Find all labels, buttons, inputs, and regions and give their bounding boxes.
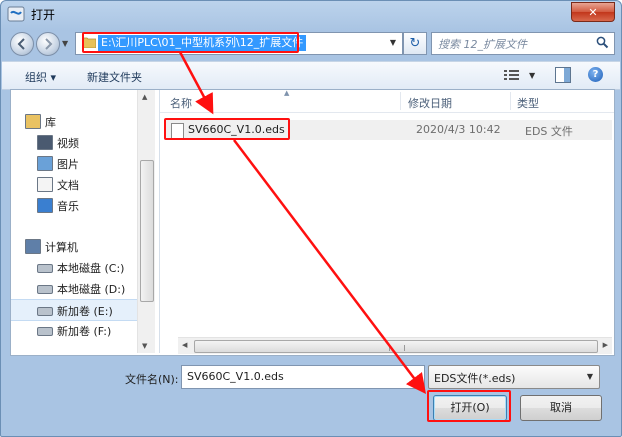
nav-item[interactable]: 视频 [11, 132, 137, 152]
view-options-icon[interactable] [504, 69, 520, 81]
filename-input[interactable] [182, 366, 417, 386]
forward-button[interactable] [36, 32, 60, 56]
nav-item-label: 文档 [57, 179, 79, 192]
sort-ascending-icon: ▲ [284, 89, 290, 97]
forward-arrow-icon [45, 38, 53, 50]
cancel-button[interactable]: 取消 [520, 395, 602, 421]
nav-item-label: 本地磁盘 (D:) [57, 283, 126, 296]
drive-icon [37, 307, 53, 316]
help-icon[interactable]: ? [588, 67, 603, 82]
file-horizontal-scrollbar[interactable]: ◀ ▶ [178, 337, 612, 354]
file-type-filter-value: EDS文件(*.eds) [434, 372, 516, 385]
scroll-right-arrow-icon[interactable]: ▶ [603, 341, 608, 349]
column-header-modified[interactable]: 修改日期 [408, 95, 452, 111]
music-icon [37, 198, 53, 213]
scroll-grip-icon [389, 345, 405, 351]
back-arrow-icon [17, 38, 25, 50]
nav-item[interactable]: 本地磁盘 (C:) [11, 257, 137, 277]
document-icon [37, 177, 53, 192]
filename-label: 文件名(N): [125, 373, 179, 386]
filter-dropdown-chevron-icon: ▼ [586, 372, 593, 381]
window-title: 打开 [31, 8, 56, 22]
nav-vertical-scrollbar[interactable]: ▲ ▼ [137, 90, 155, 353]
browser-content: 库视频图片文档音乐计算机本地磁盘 (C:) 本地磁盘 (D:) 新加卷 (E:) 新加… [10, 89, 615, 356]
nav-item[interactable]: 文档 [11, 174, 137, 194]
recent-pages-chevron-icon[interactable]: ▼ [62, 39, 68, 48]
search-icon[interactable] [596, 36, 609, 49]
view-dropdown-chevron-icon[interactable]: ▼ [529, 71, 535, 80]
nav-item-label: 本地磁盘 (C:) [57, 262, 125, 275]
drive-icon [37, 285, 53, 294]
nav-item[interactable]: 图片 [11, 153, 137, 173]
search-box[interactable]: 搜索 12_扩展文件 [431, 32, 615, 55]
close-button[interactable]: ✕ [571, 2, 615, 22]
library-icon [25, 114, 41, 129]
annotation-box-file [164, 118, 290, 140]
refresh-button[interactable]: ↻ [403, 32, 427, 55]
new-folder-button[interactable]: 新建文件夹 [87, 69, 142, 85]
app-icon [7, 6, 25, 22]
column-separator[interactable] [400, 92, 401, 110]
address-dropdown-chevron-icon[interactable]: ▼ [390, 38, 396, 47]
drive-icon [37, 264, 53, 273]
nav-item-label: 库 [45, 116, 56, 129]
column-separator[interactable] [510, 92, 511, 110]
annotation-box-open [427, 390, 511, 422]
nav-item-label: 新加卷 (F:) [57, 325, 112, 338]
file-type-filter[interactable]: EDS文件(*.eds) ▼ [428, 365, 600, 389]
drive-icon [37, 327, 53, 336]
navigation-pane: 库视频图片文档音乐计算机本地磁盘 (C:) 本地磁盘 (D:) 新加卷 (E:) 新加… [11, 90, 160, 353]
scroll-down-arrow-icon[interactable]: ▼ [142, 342, 147, 350]
nav-item-label: 视频 [57, 137, 79, 150]
nav-item[interactable]: 库 [11, 111, 137, 131]
nav-scroll-thumb[interactable] [140, 160, 154, 302]
horizontal-scroll-thumb[interactable] [194, 340, 598, 353]
nav-item[interactable]: 新加卷 (F:) [11, 320, 137, 340]
column-header-type[interactable]: 类型 [517, 95, 539, 111]
computer-icon [25, 239, 41, 254]
nav-item[interactable]: 新加卷 (E:) [11, 299, 137, 321]
filename-field[interactable] [181, 365, 425, 389]
nav-item-label: 新加卷 (E:) [57, 305, 113, 318]
title-bar: 打开 ✕ [1, 1, 621, 27]
file-type: EDS 文件 [525, 125, 573, 138]
open-file-dialog: 打开 ✕ ▼ E:\汇川PLC\01_中型机系列\12_扩展文件 ▼ ↻ 搜索 … [0, 0, 622, 437]
search-placeholder: 搜索 12_扩展文件 [438, 38, 527, 51]
close-icon: ✕ [588, 5, 598, 19]
scroll-up-arrow-icon[interactable]: ▲ [142, 93, 147, 101]
nav-item[interactable]: 音乐 [11, 195, 137, 215]
scroll-left-arrow-icon[interactable]: ◀ [182, 341, 187, 349]
nav-item[interactable]: 本地磁盘 (D:) [11, 278, 137, 298]
nav-item[interactable]: 计算机 [11, 236, 137, 256]
column-header-row: ▲ 名称 修改日期 类型 [160, 89, 614, 113]
nav-item-label: 音乐 [57, 200, 79, 213]
command-toolbar: 组织 ▾ 新建文件夹 ▼ ? [2, 61, 620, 90]
preview-pane-icon[interactable] [555, 67, 571, 83]
video-icon [37, 135, 53, 150]
column-header-name[interactable]: 名称 [170, 95, 192, 111]
refresh-icon: ↻ [409, 36, 421, 51]
organize-button[interactable]: 组织 ▾ [25, 69, 56, 85]
nav-item-label: 图片 [57, 158, 79, 171]
back-button[interactable] [10, 32, 34, 56]
file-modified-date: 2020/4/3 10:42 [416, 123, 501, 136]
annotation-box-address [82, 32, 299, 53]
picture-icon [37, 156, 53, 171]
nav-item-label: 计算机 [45, 241, 78, 254]
